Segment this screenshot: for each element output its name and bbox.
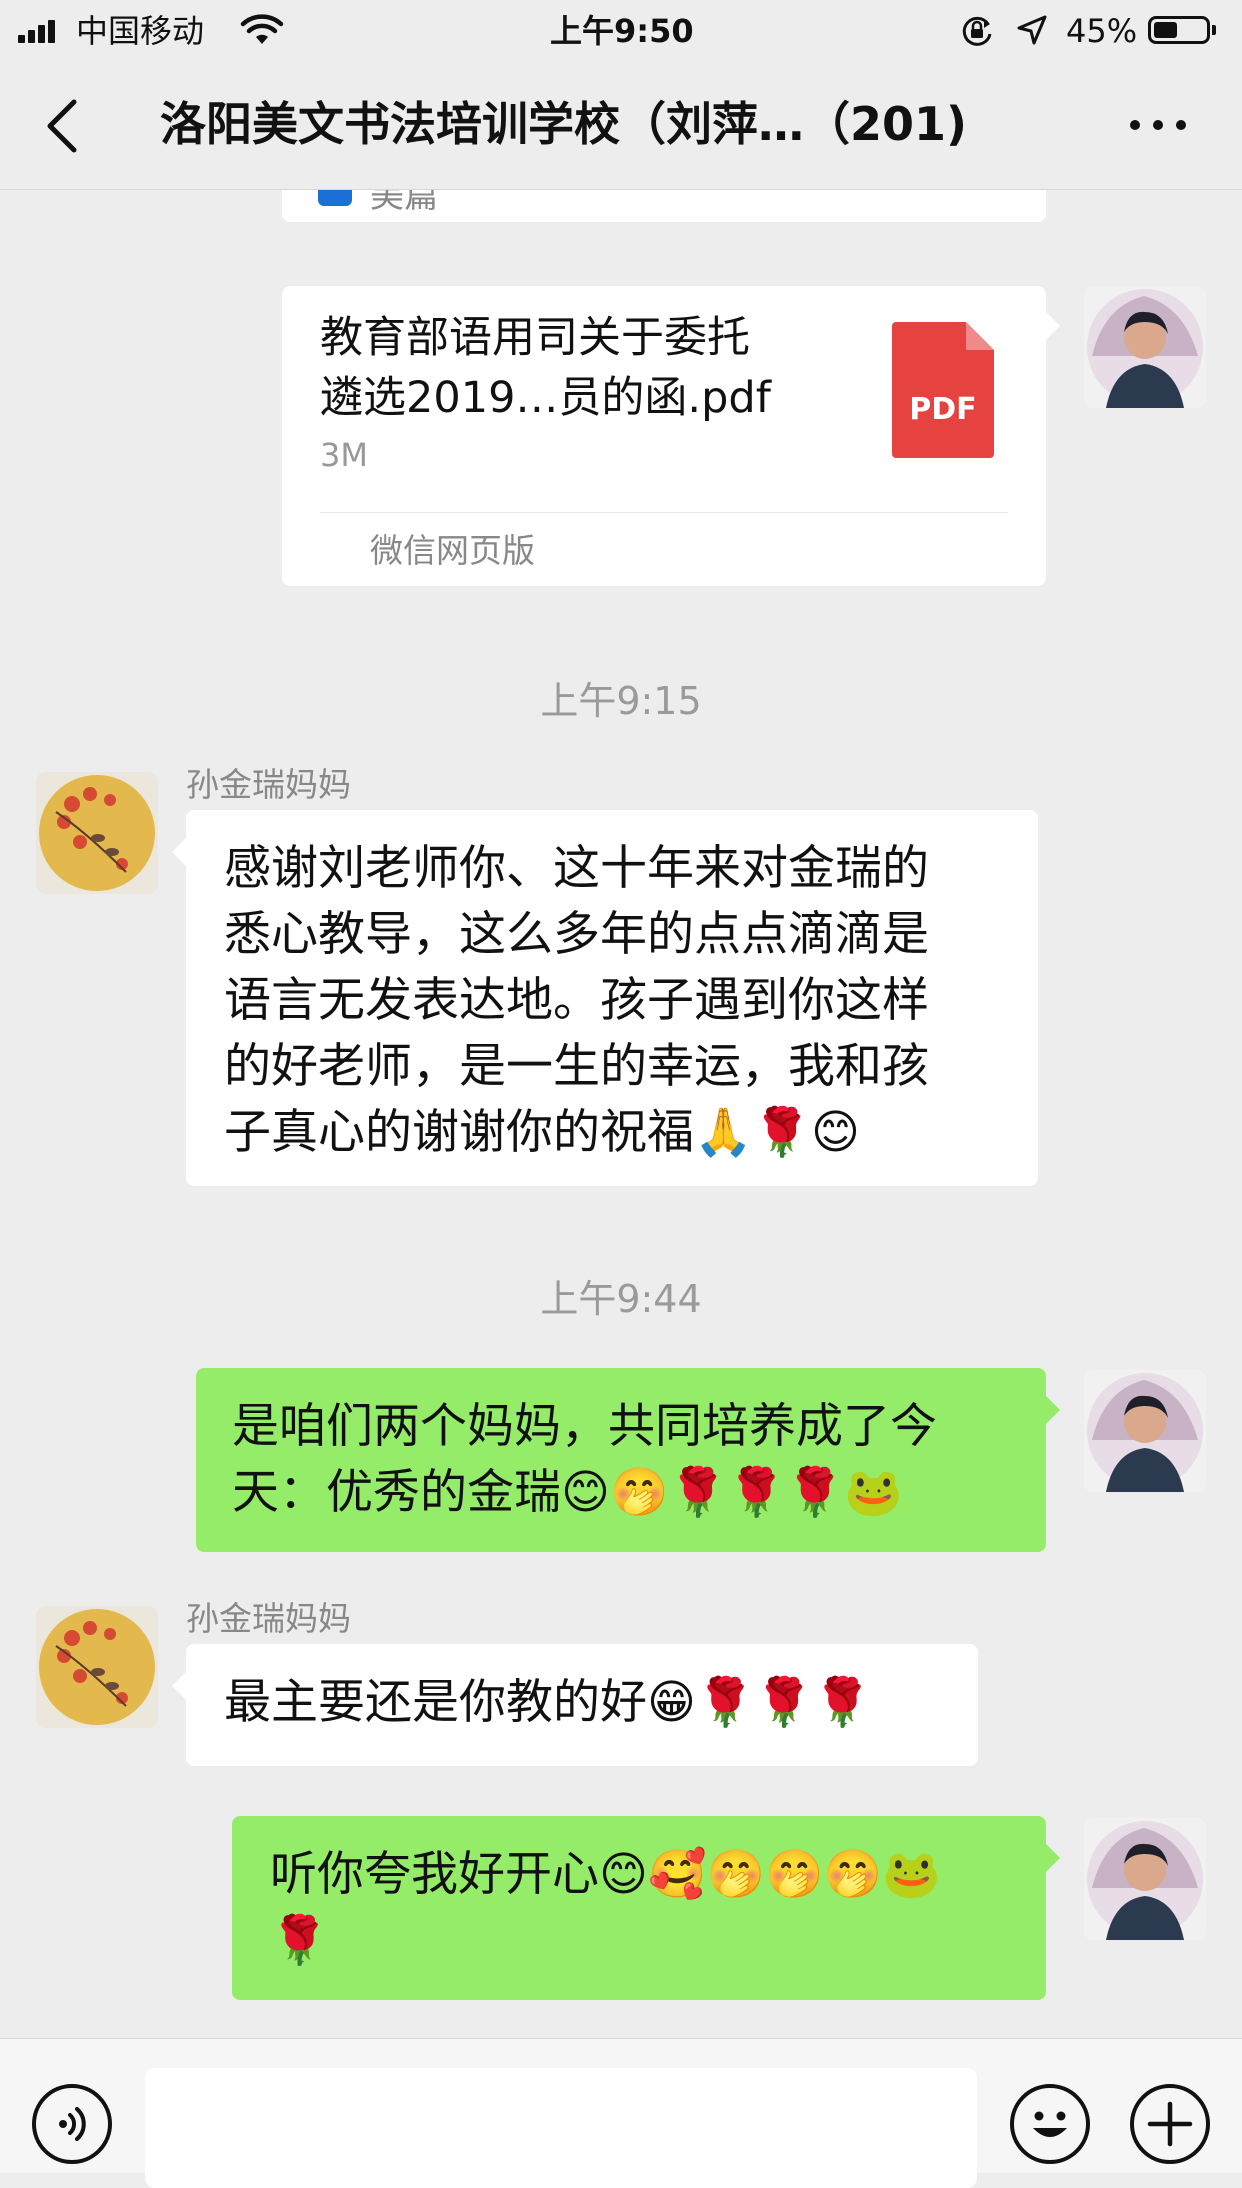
pdf-file-icon: PDF <box>892 322 994 458</box>
avatar-me[interactable] <box>1084 1370 1206 1492</box>
avatar-me[interactable] <box>1084 286 1206 408</box>
status-time: 上午9:50 <box>550 12 694 50</box>
file-message-card[interactable]: 教育部语用司关于委托 遴选2019…员的函.pdf 3M PDF 微信网页版 <box>282 286 1060 586</box>
message-text: 最主要还是你教的好😁🌹🌹🌹 <box>224 1675 872 1730</box>
timestamp: 上午9:15 <box>540 679 702 723</box>
avatar-sender[interactable] <box>36 772 158 894</box>
wifi-icon <box>240 14 284 44</box>
message-line: 天：优秀的金瑞😊🤭🌹🌹🌹🐸 <box>232 1465 903 1520</box>
timestamp: 上午9:44 <box>540 1277 702 1321</box>
more-dots-icon[interactable] <box>1128 106 1188 142</box>
message-bubble[interactable]: 感谢刘老师你、这十年来对金瑞的 悉心教导，这么多年的点点滴滴是 语言无发表达地。… <box>172 810 1038 1186</box>
message-line: 感谢刘老师你、这十年来对金瑞的 <box>224 841 929 896</box>
file-size: 3M <box>320 436 368 474</box>
file-source: 微信网页版 <box>370 531 535 570</box>
message-input[interactable] <box>145 2068 977 2188</box>
battery-percentage: 45% <box>1066 12 1138 50</box>
message-line: 子真心的谢谢你的祝福🙏🌹😊 <box>224 1105 861 1160</box>
message-line: 悉心教导，这么多年的点点滴滴是 <box>224 907 929 962</box>
emoji-icon[interactable] <box>1010 2084 1090 2164</box>
battery-icon <box>1148 16 1216 44</box>
shared-article-card[interactable]: 美篇 <box>282 190 1046 222</box>
file-title-line1: 教育部语用司关于委托 <box>320 313 750 363</box>
meipian-logo-icon <box>318 190 352 206</box>
signal-icon <box>18 20 58 43</box>
sender-name: 孙金瑞妈妈 <box>186 1599 351 1638</box>
avatar-me[interactable] <box>1084 1818 1206 1940</box>
pdf-badge: PDF <box>909 392 977 427</box>
message-line: 🌹 <box>270 1913 329 1968</box>
message-bubble[interactable]: 听你夸我好开心😊🥰🤭🤭🤭🐸 🌹 <box>232 1816 1060 2000</box>
message-line: 是咱们两个妈妈，共同培养成了今 <box>232 1399 937 1454</box>
voice-icon[interactable] <box>32 2084 112 2164</box>
message-bubble[interactable]: 最主要还是你教的好😁🌹🌹🌹 <box>172 1644 978 1766</box>
card-divider <box>320 512 1008 513</box>
message-bubble[interactable]: 是咱们两个妈妈，共同培养成了今 天：优秀的金瑞😊🤭🌹🌹🌹🐸 <box>196 1368 1060 1552</box>
article-source: 美篇 <box>370 190 438 216</box>
file-title-line2: 遴选2019…员的函.pdf <box>320 373 771 423</box>
message-line: 的好老师，是一生的幸运，我和孩 <box>224 1039 929 1094</box>
sender-name: 孙金瑞妈妈 <box>186 765 351 804</box>
avatar-sender[interactable] <box>36 1606 158 1728</box>
orientation-lock-icon <box>962 16 992 46</box>
carrier-label: 中国移动 <box>76 12 205 50</box>
chat-title: 洛阳美文书法培训学校（刘萍…（201) <box>160 97 968 151</box>
message-list[interactable]: 美篇 教育部语用司关于委托 遴选2019…员的函.pdf 3M PDF 微信网页… <box>0 190 1242 2038</box>
back-chevron-icon[interactable] <box>40 96 84 156</box>
plus-icon[interactable] <box>1130 2084 1210 2164</box>
message-line: 语言无发表达地。孩子遇到你这样 <box>224 973 929 1028</box>
location-icon <box>1017 15 1047 45</box>
message-line: 听你夸我好开心😊🥰🤭🤭🤭🐸 <box>270 1847 941 1902</box>
